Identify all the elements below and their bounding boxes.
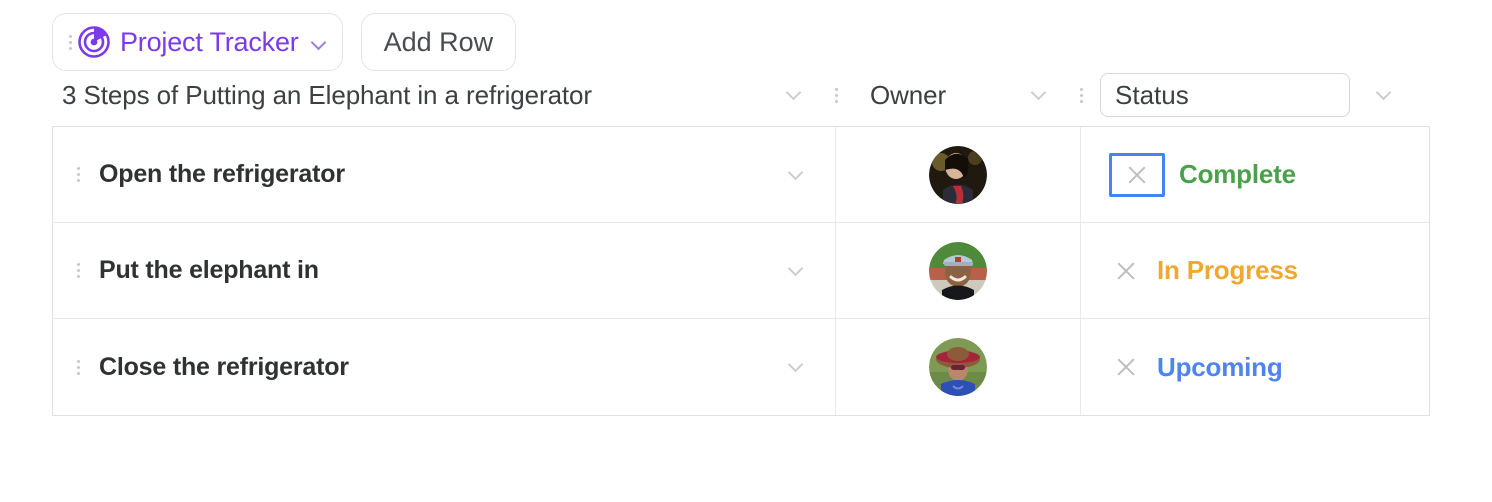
status-badge: In Progress — [1157, 255, 1298, 285]
column-header-row: 3 Steps of Putting an Elephant in a refr… — [52, 64, 1430, 126]
drag-handle-dots-icon[interactable] — [71, 359, 85, 375]
column-header-task[interactable]: 3 Steps of Putting an Elephant in a refr… — [62, 64, 592, 126]
task-label: Close the refrigerator — [99, 352, 349, 381]
status-badge: Complete — [1179, 159, 1296, 189]
chevron-down-icon[interactable] — [312, 35, 326, 49]
chevron-down-icon[interactable] — [1377, 85, 1397, 105]
chevron-down-icon[interactable] — [789, 357, 809, 377]
task-label: Put the elephant in — [99, 256, 319, 284]
status-cell[interactable]: In Progress — [1081, 223, 1429, 318]
top-toolbar: Project Tracker Add Row — [0, 0, 1492, 71]
avatar[interactable] — [929, 241, 987, 300]
project-table: Open the refrigerator Complete Put the e… — [52, 126, 1430, 416]
column-separator-dots-icon[interactable] — [835, 87, 838, 103]
task-cell[interactable]: Close the refrigerator — [53, 319, 836, 415]
close-x-icon[interactable] — [1109, 254, 1143, 288]
owner-cell[interactable] — [836, 319, 1081, 415]
column-header-task-dropdown[interactable] — [787, 64, 807, 126]
column-separator-dots-icon[interactable] — [1080, 87, 1083, 103]
task-label: Open the refrigerator — [99, 160, 345, 188]
task-cell[interactable]: Open the refrigerator — [53, 127, 836, 222]
status-cell[interactable]: Upcoming — [1081, 319, 1429, 415]
table-row[interactable]: Open the refrigerator Complete — [53, 127, 1429, 223]
drag-handle-dots-icon[interactable] — [71, 263, 85, 278]
chevron-down-icon[interactable] — [789, 165, 809, 185]
column-header-owner-label: Owner — [870, 79, 947, 110]
avatar[interactable] — [929, 338, 987, 396]
task-cell[interactable]: Put the elephant in — [53, 223, 836, 318]
drag-handle-dots-icon[interactable] — [71, 167, 85, 182]
drag-handle-dots-icon[interactable] — [63, 34, 77, 50]
chevron-down-icon[interactable] — [787, 85, 807, 105]
chevron-down-icon[interactable] — [1032, 85, 1052, 105]
avatar[interactable] — [929, 145, 987, 204]
column-header-owner-dropdown[interactable] — [1032, 64, 1052, 126]
owner-cell[interactable] — [836, 127, 1081, 222]
close-x-icon[interactable] — [1109, 152, 1165, 197]
chevron-down-icon[interactable] — [789, 261, 809, 281]
column-header-status[interactable]: Status — [1100, 64, 1350, 126]
close-x-icon[interactable] — [1109, 350, 1143, 384]
project-title-label: Project Tracker — [120, 26, 299, 57]
column-separator-task-owner[interactable] — [835, 64, 838, 126]
column-header-task-label: 3 Steps of Putting an Elephant in a refr… — [62, 79, 592, 110]
column-header-owner[interactable]: Owner — [870, 64, 946, 126]
project-title-button[interactable]: Project Tracker — [52, 13, 343, 71]
table-row[interactable]: Close the refrigerator Upcoming — [53, 319, 1429, 415]
owner-cell[interactable] — [836, 223, 1081, 318]
add-row-button[interactable]: Add Row — [360, 13, 517, 71]
column-separator-owner-status[interactable] — [1080, 64, 1083, 126]
table-row[interactable]: Put the elephant in In Progress — [53, 223, 1429, 319]
status-badge: Upcoming — [1157, 351, 1283, 382]
column-header-status-dropdown[interactable] — [1377, 64, 1397, 126]
radar-target-icon — [77, 25, 111, 59]
status-header-input[interactable]: Status — [1100, 73, 1350, 117]
status-cell[interactable]: Complete — [1081, 127, 1429, 222]
